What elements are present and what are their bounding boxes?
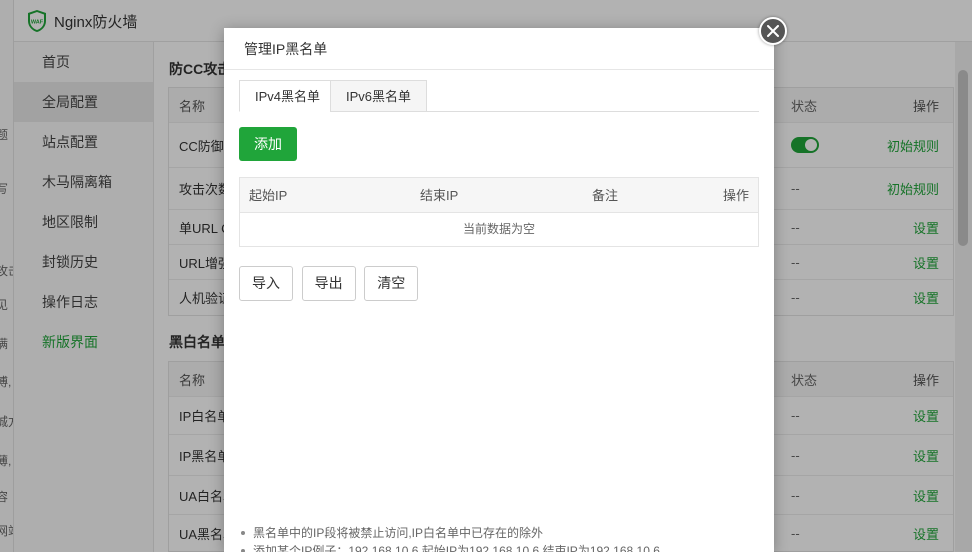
col-start-ip: 起始IP — [249, 188, 288, 203]
empty-state: 当前数据为空 — [462, 222, 535, 236]
tip-item: 黑名单中的IP段将被禁止访问,IP白名单中已存在的除外 — [239, 524, 759, 542]
col-op: 操作 — [722, 188, 749, 203]
close-button[interactable] — [759, 17, 787, 45]
help-tips: 黑名单中的IP段将被禁止访问,IP白名单中已存在的除外 添加某个IP例子：192… — [239, 524, 759, 552]
col-note: 备注 — [592, 188, 619, 203]
col-end-ip: 结束IP — [420, 188, 459, 203]
close-icon — [767, 25, 779, 37]
ip-table: 起始IP 结束IP 备注 操作 当前数据为空 — [239, 177, 759, 247]
export-button[interactable]: 导出 — [301, 266, 356, 301]
tab-ipv6-blacklist[interactable]: IPv6黑名单 — [330, 80, 428, 112]
tip-item: 添加某个IP例子：192.168.10.6 起始IP为192.168.10.6 … — [239, 542, 759, 552]
clear-button[interactable]: 清空 — [364, 266, 419, 301]
tab-ipv4-blacklist[interactable]: IPv4黑名单 — [239, 80, 337, 112]
ip-blacklist-modal: 管理IP黑名单 IPv4黑名单 IPv6黑名单 添加 起始IP 结束IP 备注 … — [224, 28, 774, 552]
modal-title: 管理IP黑名单 — [224, 28, 774, 70]
add-button[interactable]: 添加 — [239, 127, 297, 161]
action-buttons: 导入 导出 清空 — [239, 266, 423, 301]
import-button[interactable]: 导入 — [239, 266, 293, 301]
tab-bar: IPv4黑名单 IPv6黑名单 — [239, 80, 759, 112]
table-header: 起始IP 结束IP 备注 操作 — [240, 178, 758, 213]
